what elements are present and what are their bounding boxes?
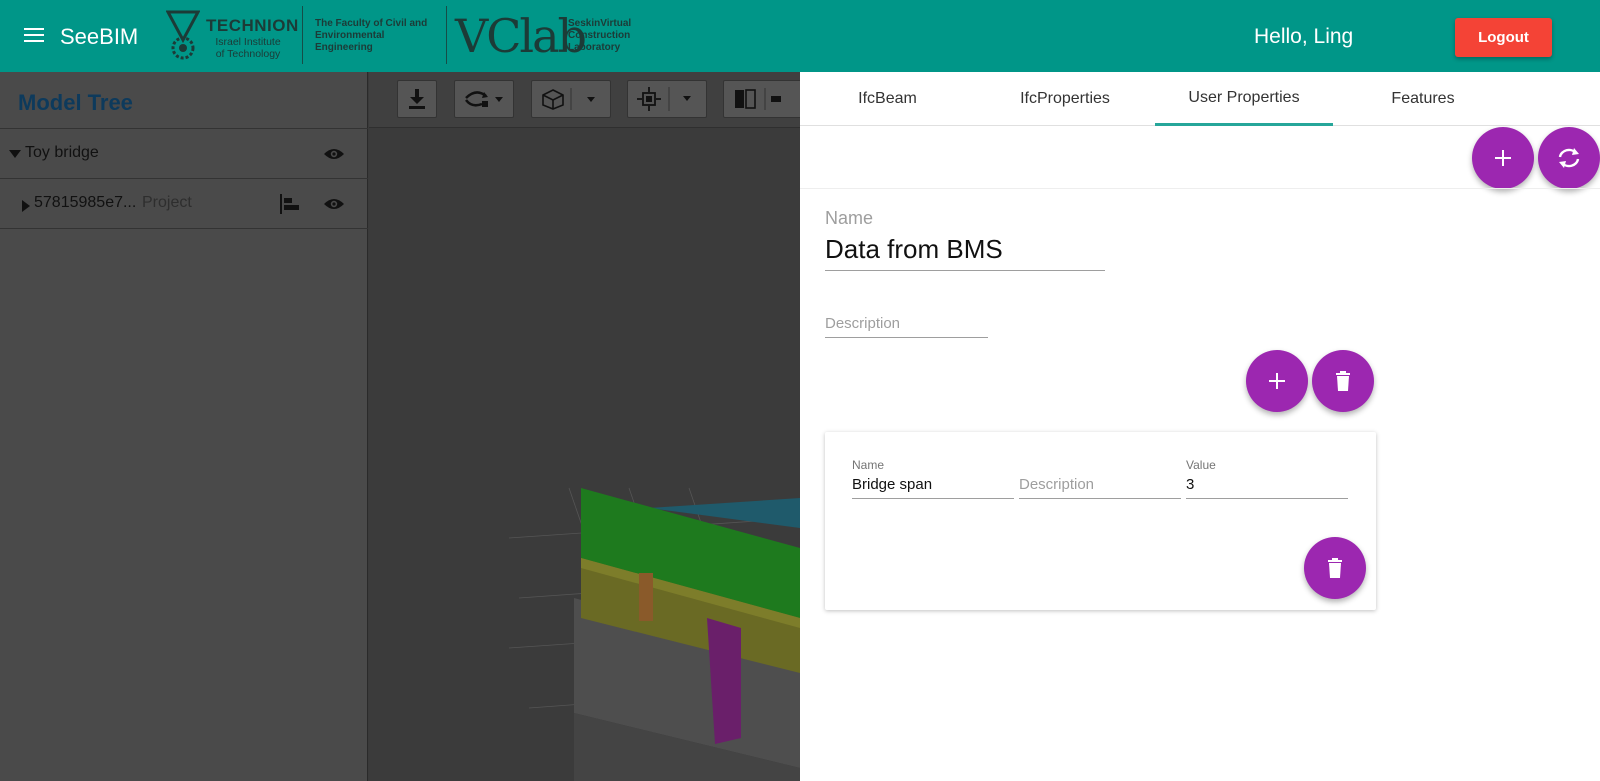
- delete-propset-button[interactable]: [1312, 350, 1374, 412]
- eye-icon[interactable]: [323, 147, 345, 161]
- input-underline: [825, 337, 988, 338]
- tree-item-label: Toy bridge: [25, 144, 99, 161]
- tab-features[interactable]: Features: [1333, 72, 1513, 126]
- logout-button[interactable]: Logout: [1455, 18, 1552, 57]
- input-underline: [825, 270, 1105, 271]
- separator: [0, 228, 368, 229]
- input-underline: [1019, 498, 1181, 499]
- input-underline: [1186, 498, 1348, 499]
- download-icon: [409, 89, 425, 109]
- bridge-3d-model[interactable]: [369, 128, 800, 781]
- input-underline: [852, 498, 1014, 499]
- technion-subtitle: Israel Institute of Technology: [215, 36, 281, 60]
- separator: [800, 188, 1600, 189]
- cube-icon: [542, 88, 595, 110]
- header-divider: [446, 6, 447, 64]
- property-card: Name Bridge span Description Value 3: [825, 432, 1376, 610]
- rotate-button[interactable]: [454, 80, 514, 118]
- rotate-icon: [465, 91, 503, 107]
- add-propset-button[interactable]: [1472, 127, 1534, 189]
- propset-description-input[interactable]: Description: [825, 315, 900, 332]
- add-property-button[interactable]: [1246, 350, 1308, 412]
- sync-button[interactable]: [1538, 127, 1600, 189]
- sync-icon: [1558, 148, 1580, 168]
- tab-user-properties[interactable]: User Properties: [1155, 72, 1333, 126]
- user-greeting: Hello, Ling: [1254, 25, 1354, 48]
- download-button[interactable]: [397, 80, 437, 118]
- technion-logo: TECHNION Israel Institute of Technology: [166, 10, 299, 62]
- trash-icon: [1328, 558, 1342, 578]
- model-tree-title: Model Tree: [18, 90, 133, 115]
- technion-name: TECHNION: [206, 16, 299, 35]
- panel-tabs: IfcBeam IfcProperties User Properties Fe…: [800, 72, 1600, 126]
- properties-panel: IfcBeam IfcProperties User Properties Fe…: [800, 72, 1600, 781]
- caret-right-icon[interactable]: [22, 200, 30, 212]
- view-cube-button[interactable]: [531, 80, 611, 118]
- app-title: SeeBIM: [60, 24, 139, 49]
- propset-name-label: Name: [825, 208, 874, 228]
- faculty-name: The Faculty of Civil and Environmental E…: [315, 18, 428, 53]
- tree-item-project[interactable]: 57815985e7... Project: [0, 180, 368, 228]
- tab-ifcbeam[interactable]: IfcBeam: [800, 72, 975, 126]
- eye-icon[interactable]: [323, 197, 345, 211]
- tree-item-label: 57815985e7...: [34, 194, 137, 211]
- split-view-button[interactable]: [723, 80, 800, 118]
- property-value-input[interactable]: 3: [1186, 476, 1194, 493]
- split-view-icon: [735, 88, 781, 110]
- vclab-logo: VClab: [455, 9, 587, 63]
- technion-emblem-icon: [166, 10, 200, 60]
- trash-icon: [1336, 371, 1350, 391]
- vclab-subtitle: SeskinVirtual Construction Laboratory: [568, 18, 632, 53]
- tree-item-toy-bridge[interactable]: Toy bridge: [0, 130, 368, 178]
- separator: [0, 178, 368, 179]
- viewer-toolbar: [369, 72, 800, 128]
- caret-down-icon[interactable]: [9, 150, 21, 158]
- menu-icon[interactable]: [24, 26, 46, 44]
- propset-name-input[interactable]: Data from BMS: [825, 234, 1003, 265]
- property-name-input[interactable]: Bridge span: [852, 476, 932, 493]
- app-header: SeeBIM TECHNION Israel Institute of Tech…: [0, 0, 1600, 72]
- header-divider: [302, 6, 303, 64]
- plus-icon: [1269, 373, 1285, 389]
- focus-button[interactable]: [627, 80, 707, 118]
- align-icon[interactable]: [279, 194, 301, 214]
- focus-icon: [637, 87, 691, 111]
- delete-property-button[interactable]: [1304, 537, 1366, 599]
- tree-item-type: Project: [142, 194, 192, 211]
- plus-icon: [1495, 150, 1511, 166]
- property-name-label: Name: [852, 458, 885, 472]
- property-description-input[interactable]: Description: [1019, 476, 1094, 493]
- separator: [0, 128, 368, 129]
- tab-ifcproperties[interactable]: IfcProperties: [975, 72, 1155, 126]
- property-value-label: Value: [1186, 458, 1216, 472]
- 3d-viewer[interactable]: [369, 72, 800, 781]
